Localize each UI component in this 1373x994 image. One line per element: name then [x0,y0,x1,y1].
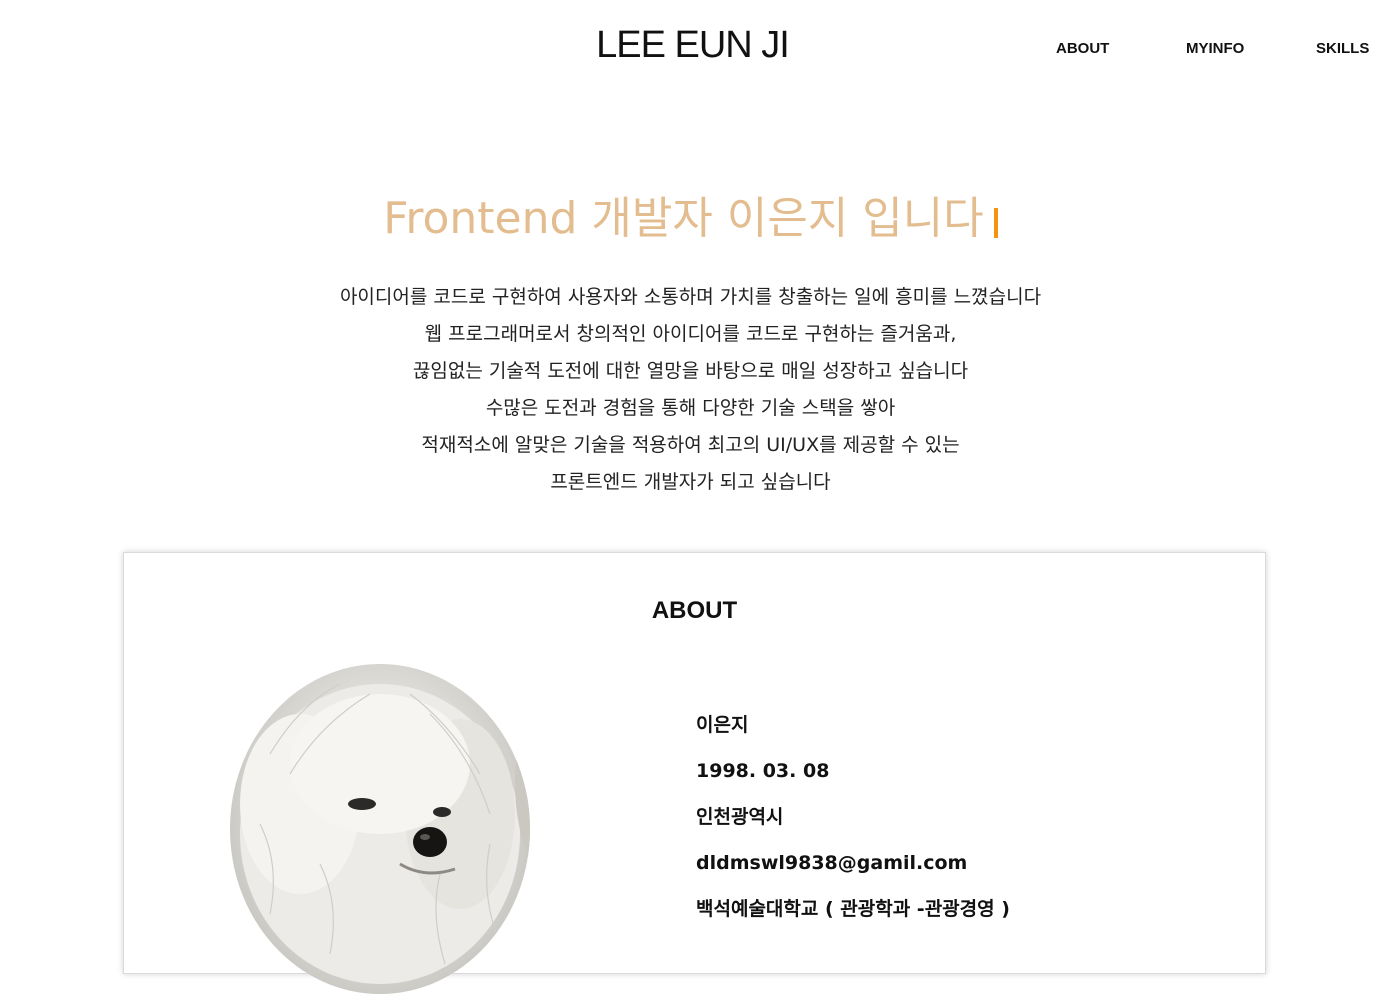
site-header: LEE EUN JI ABOUT MYINFO SKILLS [0,0,1373,98]
nav-skills-link[interactable]: SKILLS [1316,40,1369,57]
intro-line: 적재적소에 알맞은 기술을 적용하여 최고의 UI/UX를 제공할 수 있는 [421,434,960,456]
intro-line: 아이디어를 코드로 구현하여 사용자와 소통하며 가치를 창출하는 일에 흥미를… [339,286,1042,308]
nav-myinfo-link[interactable]: MYINFO [1186,40,1244,57]
info-email[interactable]: dldmswl9838@gamil.com [696,849,1010,895]
intro-line: 웹 프로그래머로서 창의적인 아이디어를 코드로 구현하는 즐거움과, [424,323,957,345]
info-name: 이은지 [696,714,749,736]
info-education: 백석예술대학교 ( 관광학과 -관광경영 ) [696,898,1010,920]
intro-text: 아이디어를 코드로 구현하여 사용자와 소통하며 가치를 창출하는 일에 흥미를… [4,279,1373,501]
nav-about-link[interactable]: ABOUT [1056,40,1109,57]
typing-caret [993,208,998,238]
hero-title-text: Frontend 개발자 이은지 입니다 [383,193,984,244]
profile-photo [230,664,530,994]
about-section: ABOUT 이은지 1998. 03. 08 인천광역시 dldmswl9838… [123,552,1266,994]
hero-title: Frontend 개발자 이은지 입니다 [4,182,1373,246]
intro-line: 끊임없는 기술적 도전에 대한 열망을 바탕으로 매일 성장하고 싶습니다 [412,360,969,382]
intro-line: 프론트엔드 개발자가 되고 싶습니다 [550,471,831,493]
profile-info-list: 이은지 1998. 03. 08 인천광역시 dldmswl9838@gamil… [696,711,1010,941]
site-logo[interactable]: LEE EUN JI [6,24,1373,67]
about-title: ABOUT [651,597,738,624]
intro-line: 수많은 도전과 경험을 통해 다양한 기술 스택을 쌓아 [485,397,896,419]
info-birthdate: 1998. 03. 08 [696,760,830,782]
dog-photo-illustration [230,683,530,994]
info-location: 인천광역시 [696,806,784,828]
